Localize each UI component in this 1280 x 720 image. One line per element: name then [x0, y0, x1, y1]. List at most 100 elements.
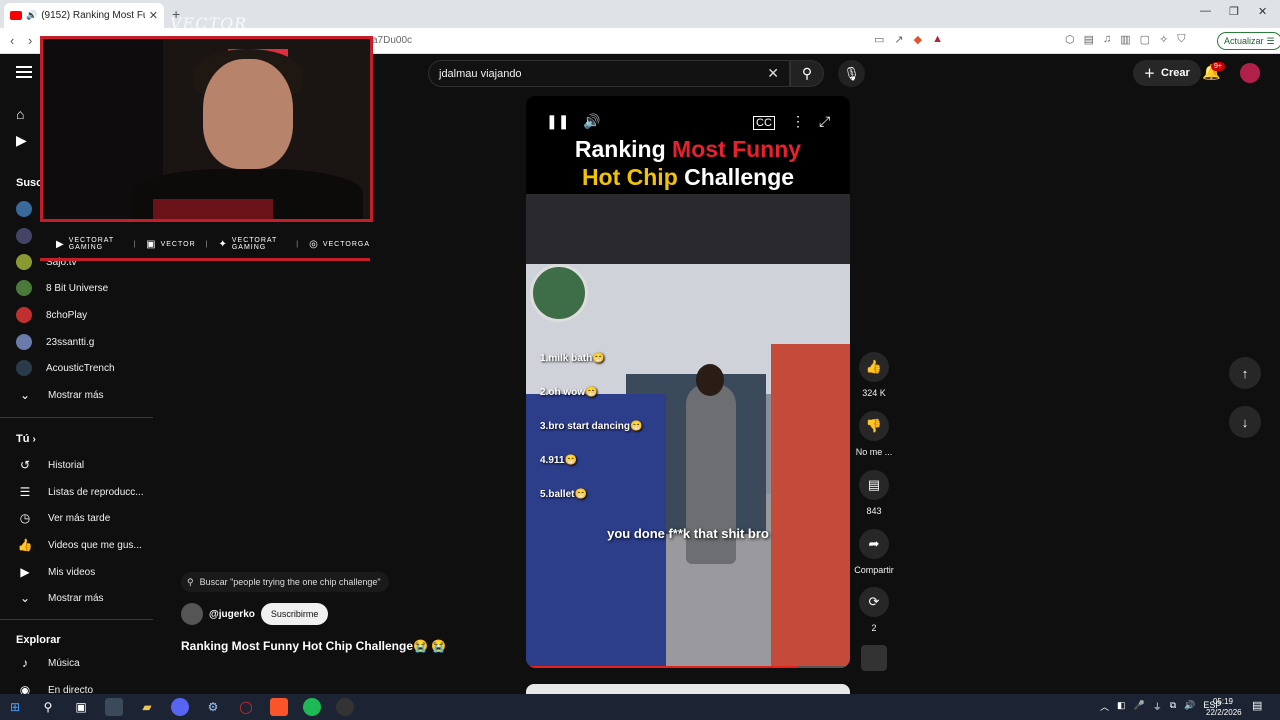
share-icon[interactable]: ↗	[894, 33, 903, 46]
channel-avatar[interactable]	[181, 603, 203, 625]
leo-icon[interactable]: ✧	[1159, 33, 1168, 46]
brave-icon[interactable]	[270, 698, 288, 716]
app-icon[interactable]	[105, 698, 123, 716]
browser-tab[interactable]: 🔊 (9152) Ranking Most Funny H ✕	[4, 3, 164, 28]
video-progress-bar[interactable]	[526, 666, 850, 668]
tab-search-icon[interactable]: ▤	[1084, 33, 1094, 46]
rank-item: 3.bro start dancing😁	[540, 421, 643, 432]
network-icon[interactable]: ⧉	[1170, 700, 1176, 713]
search-icon[interactable]: ⚲	[39, 698, 57, 716]
next-short-preview[interactable]	[526, 684, 850, 694]
spotify-icon[interactable]	[303, 698, 321, 716]
shorts-player[interactable]: ❚❚ 🔊 CC ⋮ ⤢ Ranking Most Funny Hot Chip …	[526, 96, 850, 668]
minimize-icon[interactable]: —	[1200, 5, 1211, 17]
audio-source-thumbnail[interactable]	[861, 645, 887, 671]
notification-center-icon[interactable]: ▤	[1252, 699, 1262, 712]
clear-search-icon[interactable]: ✕	[767, 65, 779, 82]
sidebar-icon[interactable]: ▥	[1120, 33, 1130, 46]
forward-icon[interactable]: ›	[28, 33, 32, 48]
guide-menu-icon[interactable]	[16, 66, 32, 78]
sidebar-item-music[interactable]: ♪ Música	[16, 650, 156, 676]
volume-icon[interactable]: 🔊	[1184, 700, 1195, 713]
previous-short-button[interactable]: ↑	[1229, 357, 1261, 389]
obs-icon[interactable]	[336, 698, 354, 716]
plus-icon: ＋	[1144, 68, 1155, 80]
voice-search-button[interactable]: 🎙	[838, 60, 865, 87]
comments-button[interactable]: ▤ 843	[852, 470, 896, 516]
channel-name: AcousticTrench	[46, 362, 115, 374]
next-short-button[interactable]: ↓	[1229, 406, 1261, 438]
sidebar-item-label: Música	[48, 657, 80, 669]
tray-chevron-icon[interactable]: ︿	[1100, 700, 1109, 713]
sidebar-sub-8bit[interactable]: 8 Bit Universe	[16, 275, 156, 301]
task-view-icon[interactable]: ▣	[72, 698, 90, 716]
windows-start-icon[interactable]: ⊞	[6, 698, 24, 716]
youtube-social: ▶ VECTORAT GAMING	[56, 237, 123, 251]
show-more-subs[interactable]: ⌄ Mostrar más	[16, 382, 156, 408]
sidebar-item-watch-later[interactable]: ◷ Ver más tarde	[16, 505, 156, 531]
usb-icon[interactable]: ⏚	[1153, 700, 1162, 713]
related-search-chip[interactable]: ⚲ Buscar "people trying the one chip cha…	[181, 572, 389, 592]
volume-icon[interactable]: 🔊	[583, 113, 600, 130]
sidebar-sub-acoustictrench[interactable]: AcousticTrench	[16, 355, 156, 381]
back-icon[interactable]: ‹	[10, 33, 14, 48]
subscribe-button[interactable]: Suscribirme	[260, 603, 329, 625]
wallet-icon[interactable]: ▢	[1140, 33, 1150, 46]
sidebar-item-liked[interactable]: 👍 Videos que me gus...	[16, 532, 156, 558]
video-progress-fill	[526, 666, 799, 668]
you-heading[interactable]: Tú ›	[16, 433, 36, 445]
sidebar-sub-23ssantti[interactable]: 23ssantti.g	[16, 329, 156, 355]
create-button[interactable]: ＋ Crear	[1133, 60, 1201, 86]
captions-icon[interactable]: CC	[753, 116, 775, 130]
music-icon[interactable]: ♫	[1103, 33, 1111, 46]
social-label: VECTORGA	[322, 240, 370, 248]
divider	[0, 619, 153, 620]
dislike-button[interactable]: 👎 No me ...	[852, 411, 896, 457]
address-bar[interactable]: a7Du00c	[372, 35, 412, 46]
sidebar-item-my-videos[interactable]: ▶ Mis videos	[16, 559, 156, 585]
steam-icon[interactable]: ⚙	[204, 698, 222, 716]
tab-close-icon[interactable]: ✕	[149, 9, 158, 22]
person-head	[696, 364, 724, 396]
screencast-icon[interactable]: ▭	[874, 33, 884, 46]
instagram-social: ◎ VECTORGA	[309, 239, 370, 250]
system-tray: ︿ ◧ 🎤 ⏚ ⧉ 🔊 ESP	[1100, 700, 1221, 713]
sidebar-sub-8choplay[interactable]: 8choPlay	[16, 302, 156, 328]
account-avatar[interactable]	[1240, 63, 1260, 83]
subscriptions-heading[interactable]: Susc	[16, 177, 42, 189]
channel-name: 8 Bit Universe	[46, 282, 109, 294]
discord-icon[interactable]	[171, 698, 189, 716]
twitch-social: ▣ VECTOR	[146, 239, 196, 250]
shorts-icon[interactable]: ▶	[16, 132, 27, 149]
tray-app-icon[interactable]: ◧	[1117, 700, 1126, 713]
search-input[interactable]: jdalmau viajando ✕	[428, 60, 790, 87]
brave-shield-icon[interactable]: ◆	[914, 33, 922, 46]
system-clock[interactable]: 05:19 22/2/2026	[1206, 696, 1242, 718]
channel-name[interactable]: @jugerko	[209, 609, 255, 620]
related-search-text: Buscar "people trying the one chip chall…	[199, 577, 381, 587]
social-links-bar: ▶ VECTORAT GAMING | ▣ VECTOR | ✦ VECTORAT G…	[40, 232, 370, 256]
window-close-icon[interactable]: ✕	[1258, 5, 1267, 18]
twitter-icon: ✦	[218, 238, 228, 250]
opera-icon[interactable]: ◯	[237, 698, 255, 716]
restore-icon[interactable]: ❐	[1229, 5, 1239, 18]
update-button[interactable]: Actualizar ☰	[1217, 32, 1280, 50]
extension-icon[interactable]: ⬡	[1065, 33, 1075, 46]
show-more-you[interactable]: ⌄ Mostrar más	[16, 585, 156, 611]
file-explorer-icon[interactable]: ▰	[138, 698, 156, 716]
remix-button[interactable]: ⟳ 2	[852, 587, 896, 633]
twitter-social: ✦ VECTORAT GAMING	[218, 237, 286, 251]
home-icon[interactable]: ⌂	[16, 106, 24, 122]
microphone-icon[interactable]: 🎤	[1134, 700, 1145, 713]
like-button[interactable]: 👍 324 K	[852, 352, 896, 398]
rewards-icon[interactable]: ▲	[932, 33, 943, 46]
sidebar-item-history[interactable]: ↺ Historial	[16, 452, 156, 478]
fullscreen-icon[interactable]: ⤢	[819, 113, 830, 130]
sidebar-item-playlists[interactable]: ☰ Listas de reproducc...	[16, 479, 156, 505]
vpn-icon[interactable]: ⛉	[1177, 33, 1185, 46]
share-button[interactable]: ➦ Compartir	[852, 529, 896, 575]
pause-icon[interactable]: ❚❚	[546, 113, 569, 130]
more-options-icon[interactable]: ⋮	[791, 113, 805, 130]
search-button[interactable]: ⚲	[790, 60, 824, 87]
channel-avatar	[16, 228, 32, 244]
